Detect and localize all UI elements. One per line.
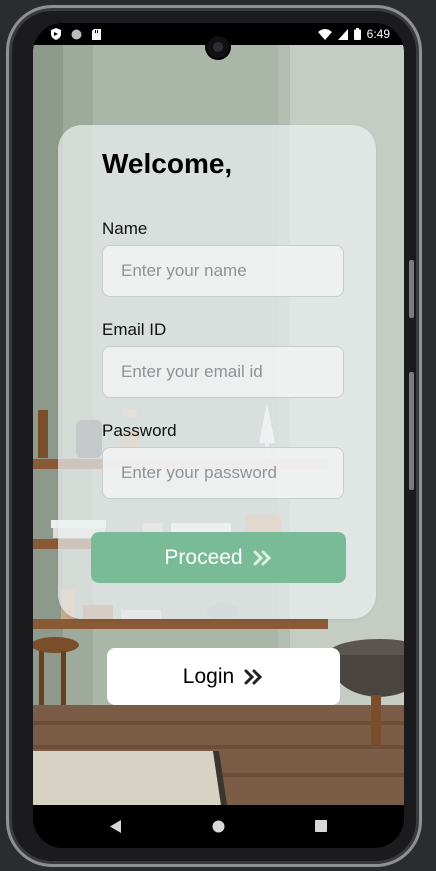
- screen: 6:49 Welcome, Name Email ID Password Pro…: [33, 23, 404, 848]
- password-label: Password: [102, 421, 177, 440]
- battery-icon: [353, 28, 361, 40]
- signal-icon: [337, 28, 348, 40]
- name-label: Name: [102, 219, 148, 238]
- camera-cutout: [207, 36, 229, 58]
- name-input[interactable]: [102, 245, 344, 297]
- status-time: 6:49: [366, 27, 390, 41]
- double-chevron-right-icon: [244, 669, 263, 684]
- home-icon[interactable]: [212, 820, 225, 833]
- login-button[interactable]: Login: [107, 648, 340, 705]
- recents-icon[interactable]: [315, 820, 327, 832]
- proceed-button[interactable]: Proceed: [91, 532, 346, 583]
- page-title: Welcome,: [102, 148, 233, 179]
- sd-card-icon: [92, 28, 101, 40]
- proceed-label: Proceed: [164, 545, 243, 569]
- power-button: [409, 372, 414, 490]
- back-icon[interactable]: [110, 820, 122, 833]
- signup-card: Welcome, Name Email ID Password Proceed: [58, 125, 376, 619]
- shield-icon: [51, 28, 61, 40]
- email-input[interactable]: [102, 346, 344, 398]
- navigation-bar: [33, 805, 404, 848]
- password-input[interactable]: [102, 447, 344, 499]
- email-label: Email ID: [102, 320, 167, 339]
- volume-button: [409, 260, 414, 318]
- circle-icon: [71, 29, 82, 39]
- double-chevron-right-icon: [253, 550, 271, 565]
- login-label: Login: [182, 664, 235, 688]
- wifi-icon: [317, 28, 332, 40]
